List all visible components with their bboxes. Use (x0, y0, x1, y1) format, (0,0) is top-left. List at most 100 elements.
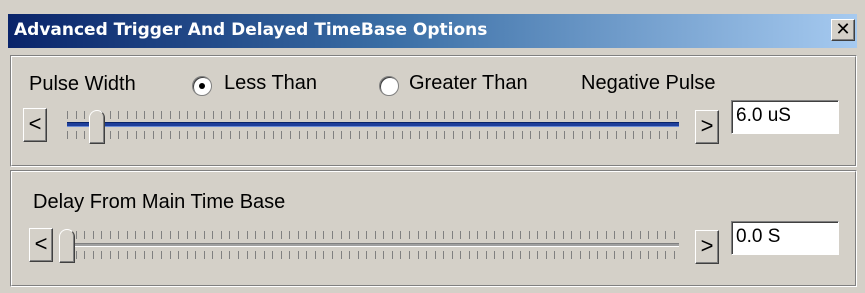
slider-tick (255, 231, 256, 239)
slider-tick (462, 111, 463, 119)
greater-than-label[interactable]: Greater Than (409, 72, 528, 95)
greater-than-radio[interactable] (379, 76, 399, 96)
slider-tick (195, 251, 196, 259)
slider-tick (469, 251, 470, 259)
pulse-slider-track[interactable] (67, 122, 679, 127)
slider-tick (400, 251, 401, 259)
slider-tick (623, 251, 624, 259)
slider-tick (443, 251, 444, 259)
slider-tick (530, 111, 531, 119)
slider-tick (221, 111, 222, 119)
pulse-ticks-top (67, 111, 677, 119)
slider-tick (402, 131, 403, 139)
slider-tick (221, 251, 222, 259)
slider-tick (607, 111, 608, 119)
slider-tick (427, 111, 428, 119)
slider-tick (522, 111, 523, 119)
slider-tick (452, 231, 453, 239)
slider-tick (616, 111, 617, 119)
slider-tick (462, 131, 463, 139)
slider-tick (179, 111, 180, 119)
slider-tick (554, 251, 555, 259)
slider-tick (470, 111, 471, 119)
slider-tick (204, 111, 205, 119)
slider-tick (469, 231, 470, 239)
close-icon: ✕ (835, 19, 851, 40)
slider-tick (436, 131, 437, 139)
slider-tick (470, 131, 471, 139)
slider-tick (564, 111, 565, 119)
slider-tick (503, 231, 504, 239)
slider-tick (513, 131, 514, 139)
slider-tick (289, 231, 290, 239)
delay-decrease-button[interactable]: < (29, 228, 53, 262)
slider-tick (529, 251, 530, 259)
slider-tick (539, 131, 540, 139)
slider-tick (350, 131, 351, 139)
slider-tick (170, 131, 171, 139)
delay-slider-thumb[interactable] (59, 229, 75, 263)
slider-tick (625, 111, 626, 119)
delay-slider-track[interactable] (67, 243, 679, 247)
slider-tick (299, 131, 300, 139)
slider-tick (93, 251, 94, 259)
pulse-width-field[interactable]: 6.0 uS (731, 100, 839, 134)
slider-tick (402, 111, 403, 119)
slider-tick (229, 231, 230, 239)
slider-tick (667, 111, 668, 119)
slider-tick (444, 131, 445, 139)
slider-tick (264, 111, 265, 119)
slider-tick (520, 251, 521, 259)
slider-tick (118, 111, 119, 119)
slider-tick (529, 231, 530, 239)
slider-tick (316, 111, 317, 119)
slider-tick (674, 251, 675, 259)
title-bar[interactable]: Advanced Trigger And Delayed TimeBase Op… (8, 14, 857, 48)
slider-tick (642, 111, 643, 119)
negative-pulse-label: Negative Pulse (581, 72, 716, 94)
slider-tick (640, 231, 641, 239)
slider-tick (367, 131, 368, 139)
pulse-slider-thumb[interactable] (89, 110, 105, 144)
slider-tick (230, 111, 231, 119)
slider-tick (427, 131, 428, 139)
close-button[interactable]: ✕ (831, 19, 855, 41)
delay-increase-button[interactable]: > (695, 230, 719, 264)
slider-tick (435, 231, 436, 239)
slider-tick (110, 251, 111, 259)
slider-tick (376, 131, 377, 139)
slider-tick (144, 251, 145, 259)
slider-tick (358, 231, 359, 239)
slider-tick (547, 131, 548, 139)
slider-tick (419, 131, 420, 139)
slider-tick (110, 231, 111, 239)
slider-tick (504, 111, 505, 119)
delay-field[interactable]: 0.0 S (731, 221, 839, 255)
slider-tick (153, 131, 154, 139)
slider-tick (667, 131, 668, 139)
less-than-radio[interactable] (192, 76, 212, 96)
slider-tick (539, 111, 540, 119)
slider-tick (452, 251, 453, 259)
slider-tick (273, 111, 274, 119)
slider-tick (333, 131, 334, 139)
slider-tick (444, 111, 445, 119)
slider-tick (419, 111, 420, 119)
slider-tick (479, 111, 480, 119)
slider-tick (272, 251, 273, 259)
trigger-options-window: Advanced Trigger And Delayed TimeBase Op… (0, 0, 865, 293)
slider-tick (383, 251, 384, 259)
slider-tick (563, 231, 564, 239)
slider-tick (221, 231, 222, 239)
slider-tick (546, 231, 547, 239)
pulse-increase-button[interactable]: > (695, 110, 719, 144)
slider-tick (161, 231, 162, 239)
slider-tick (281, 111, 282, 119)
slider-tick (341, 251, 342, 259)
slider-tick (281, 231, 282, 239)
slider-tick (315, 231, 316, 239)
less-than-label[interactable]: Less Than (224, 72, 317, 95)
slider-tick (299, 111, 300, 119)
slider-tick (633, 131, 634, 139)
pulse-decrease-button[interactable]: < (23, 108, 47, 142)
